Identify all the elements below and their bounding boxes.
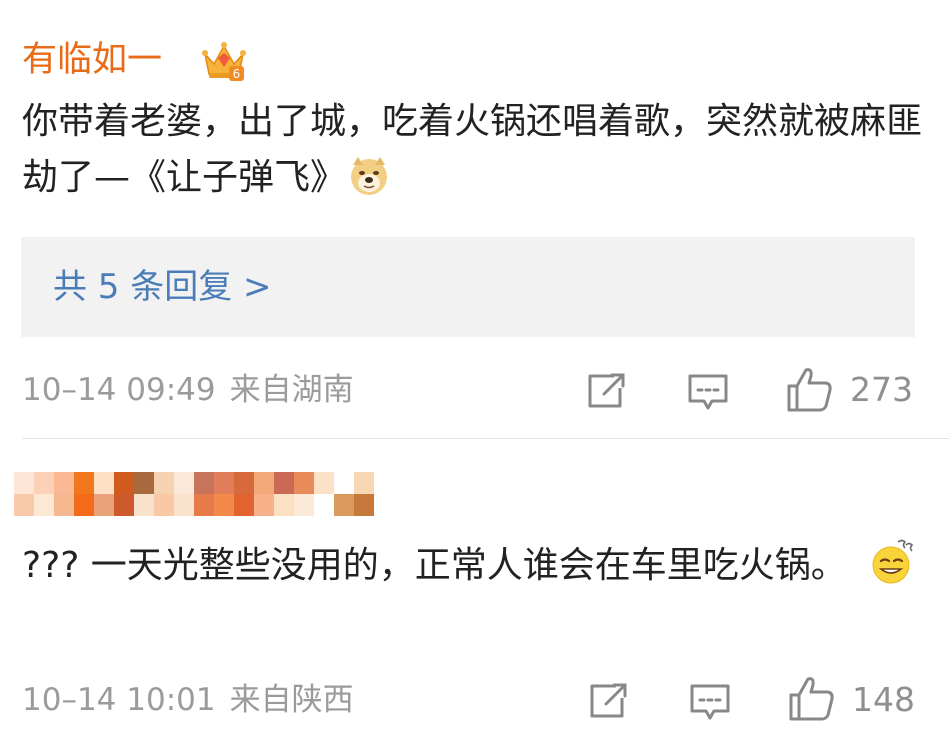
comment-body: 你带着老婆，出了城，吃着火锅还唱着歌，突然就被麻匪劫了—《让子弹飞》 <box>22 101 923 198</box>
replies-box[interactable]: 共 5 条回复 > <box>21 237 915 337</box>
comment-divider <box>22 438 949 439</box>
comment-icon[interactable] <box>688 678 732 724</box>
comment-timestamp: 10–14 09:49 <box>22 372 216 408</box>
doge-emoji-icon <box>351 157 388 195</box>
view-replies-link[interactable]: 共 5 条回复 > <box>53 265 272 309</box>
like-count: 273 <box>850 370 913 409</box>
pixelated-username[interactable] <box>14 472 374 516</box>
share-icon[interactable] <box>586 678 630 724</box>
crown-badge-icon: 6 <box>202 42 246 81</box>
sweat-smile-emoji-icon <box>872 539 913 584</box>
comment-body: ??? 一天光整些没用的，正常人谁会在车里吃火锅。 <box>22 545 847 586</box>
like-count: 148 <box>852 680 915 719</box>
comment-username[interactable]: 有临如一 <box>22 38 162 82</box>
comment-icon[interactable] <box>686 368 730 414</box>
share-icon[interactable] <box>584 368 628 414</box>
thumbs-up-icon[interactable] <box>786 364 834 414</box>
comment-location: 来自陕西 <box>229 682 354 718</box>
comment-text: ??? 一天光整些没用的，正常人谁会在车里吃火锅。 <box>22 538 922 594</box>
comment-meta: 10–14 10:01 来自陕西 <box>22 677 354 723</box>
comment-item: 有临如一 6 你带着老婆，出了城，吃着火锅还唱着歌，突然就被麻匪劫了—《让子弹飞… <box>0 0 949 440</box>
comment-text: 你带着老婆，出了城，吃着火锅还唱着歌，突然就被麻匪劫了—《让子弹飞》 <box>22 94 922 206</box>
comment-timestamp: 10–14 10:01 <box>22 682 216 718</box>
thumbs-up-icon[interactable] <box>788 673 836 723</box>
comment-location: 来自湖南 <box>229 372 354 408</box>
svg-text:6: 6 <box>233 67 241 81</box>
comment-meta: 10–14 09:49 来自湖南 <box>22 367 354 413</box>
